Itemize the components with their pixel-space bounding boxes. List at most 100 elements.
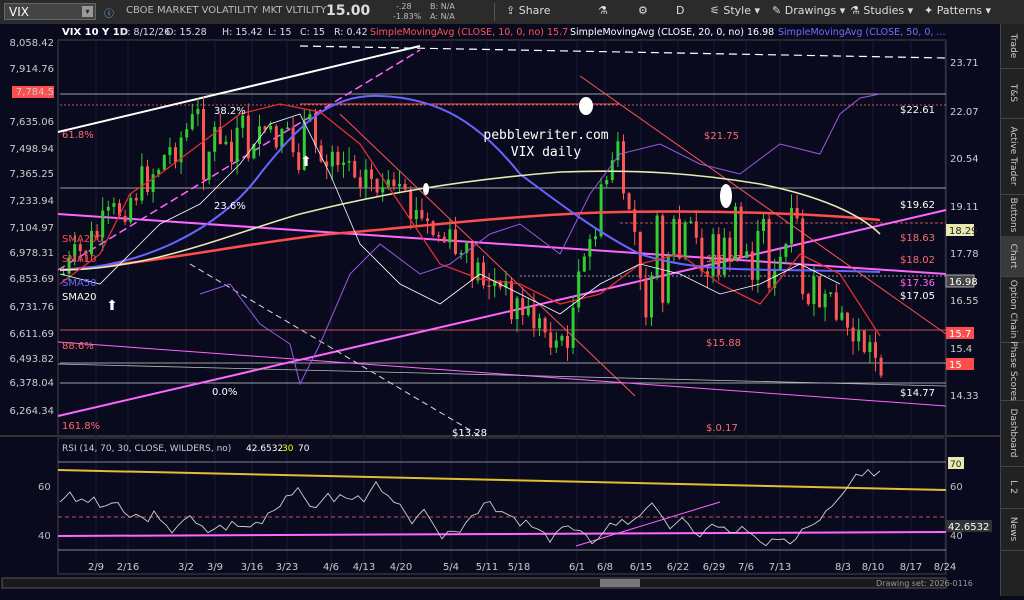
level-label: $15.88 [706,338,741,349]
rsi-right-60: 60 [950,482,963,493]
sidebar-tab-label: Option Chain [1008,279,1018,339]
x-axis-label: 8/10 [862,562,884,573]
sidebar-tab-label: Dashboard [1008,408,1018,458]
rsi-label: RSI (14, 70, 30, CLOSE, WILDERS, no) [62,444,231,454]
rsi-ob: 30 [282,444,294,454]
sidebar-tab-trade[interactable]: Trade [1001,24,1024,69]
symbol-input[interactable]: VIX ▾ [4,3,96,20]
left-axis-label: 7,635.06 [9,117,54,128]
left-axis-label: 6,978.31 [9,248,54,259]
sidebar-tab-active-trader[interactable]: Active Trader [1001,118,1024,195]
drawing-set-label: Drawing set: 2026-0116 [876,579,973,588]
right-axis-label: 22.07 [950,107,979,118]
left-axis-label: 6,611.69 [9,329,54,340]
left-axis-label: 7,498.94 [9,144,54,155]
fib-label: 38.2% [214,106,246,117]
right-axis-label: 20.54 [950,154,979,165]
level-label: $.0.17 [706,423,738,434]
right-price-tag: 16.98 [949,277,978,288]
rsi-axis-40: 40 [38,531,51,542]
style-icon: ⚟ [710,4,724,17]
top-toolbar: VIX ▾ ⓘ CBOE MARKET VOLATILITY MKT VLTILI… [0,0,1024,25]
marker-dot [720,184,732,208]
x-axis-label: 6/1 [569,562,585,573]
ohlc-field: R: 0.42 [334,27,368,38]
flask-icon[interactable]: ⚗ [598,4,608,17]
x-axis-label: 8/3 [835,562,851,573]
sma-tag: SMA200 [62,234,103,245]
x-axis-label: 3/16 [241,562,263,573]
right-price-tag: 18.29 [949,226,978,237]
scrollbar-thumb[interactable] [600,579,640,587]
chart-area[interactable]: 8,058.42 7,914.76 7,784.5 7,635.06 7,498.94 7… [0,24,1000,596]
right-price-tag: 15.7 [949,329,971,340]
sidebar-tab-dashboard[interactable]: Dashboard [1001,400,1024,467]
level-label: $18.07 [706,254,741,265]
level-label: $19.62 [900,200,935,211]
sidebar-tab-label: T&S [1008,83,1018,103]
ohlc-field: H: 15.42 [222,27,263,38]
drawings-button[interactable]: ✎ Drawings ▾ [772,4,845,17]
sidebar-tab-option-chain[interactable]: Option Chain [1001,276,1024,343]
chart-title: VIX 10 Y 1D [62,27,128,38]
right-axis-label: 14.33 [950,391,979,402]
sidebar-tab-label: Active Trader [1008,126,1018,186]
style-button[interactable]: ⚟ Style ▾ [710,4,760,17]
last-price: 15.00 [326,3,371,19]
sma50-label: SimpleMovingAvg (CLOSE, 50, 0, ... [778,27,946,38]
ask-value: A: N/A [430,12,455,21]
patterns-icon: ✦ [924,4,937,17]
sidebar-tab-buttons[interactable]: Buttons [1001,194,1024,237]
sidebar-tab-label: Buttons [1008,197,1018,233]
price-chart[interactable]: 8,058.42 7,914.76 7,784.5 7,635.06 7,498.94 7… [0,24,1000,596]
left-axis-label: 6,378.04 [9,378,54,389]
x-axis-label: 3/23 [276,562,298,573]
sma-tag: SMA20 [62,292,97,303]
sidebar-tab-label: L 2 [1008,480,1018,494]
right-axis-label: 19.11 [950,202,979,213]
x-axis-label: 6/8 [597,562,613,573]
left-axis-label: 6,264.34 [9,406,54,417]
watermark-site: pebblewriter.com [483,128,608,143]
level-label: $13.28 [452,428,487,439]
left-axis-label: 7,104.97 [9,223,54,234]
left-axis-label: 6,853.69 [9,274,54,285]
right-price-tag: 15 [949,360,962,371]
sidebar-tab-chart[interactable]: Chart [1001,236,1024,277]
sidebar-tab-l-2[interactable]: L 2 [1001,466,1024,509]
symbol-dropdown-icon[interactable]: ▾ [82,6,93,17]
x-axis-label: 3/9 [207,562,223,573]
rsi-value: 42.6532 [246,444,283,454]
sidebar-tab-t-s[interactable]: T&S [1001,68,1024,119]
x-axis-label: 5/18 [508,562,530,573]
sidebar-tab-phase-scores[interactable]: Phase Scores [1001,341,1024,401]
right-axis-label: 15.4 [950,344,972,355]
bid-value: B: N/A [430,2,455,11]
sidebar-tab-label: Phase Scores [1008,341,1018,401]
x-axis-label: 8/24 [934,562,956,573]
sma-tag: SMA10 [62,254,97,265]
gear-icon[interactable]: ⚙ [638,4,648,17]
sidebar-tab-label: Trade [1008,33,1018,59]
info-icon[interactable]: ⓘ [104,5,114,20]
studies-button[interactable]: ⚗ Studies ▾ [850,4,913,17]
ohlc-field: C: 15 [300,27,325,38]
patterns-button[interactable]: ✦ Patterns ▾ [924,4,991,17]
horizontal-scrollbar[interactable] [1,577,947,589]
studies-icon: ⚗ [850,4,864,17]
right-axis-label: 17.78 [950,249,979,260]
level-label: $17.05 [900,291,935,302]
x-axis-label: 4/13 [353,562,375,573]
period-button[interactable]: D [676,4,684,17]
sidebar-tab-label: News [1008,516,1018,542]
fib-label: 88.6% [62,341,94,352]
x-axis-label: 6/22 [667,562,689,573]
x-axis-label: 7/13 [769,562,791,573]
sidebar-tab-news[interactable]: News [1001,508,1024,551]
ohlc-field: O: 15.28 [166,27,207,38]
x-axis-label: 3/2 [178,562,194,573]
sma20-label: SimpleMovingAvg (CLOSE, 20, 0, no) 16.98 [570,27,774,38]
x-axis-label: 5/4 [443,562,459,573]
right-axis-label: 16.55 [950,296,979,307]
share-button[interactable]: ⇪ Share [506,4,550,17]
